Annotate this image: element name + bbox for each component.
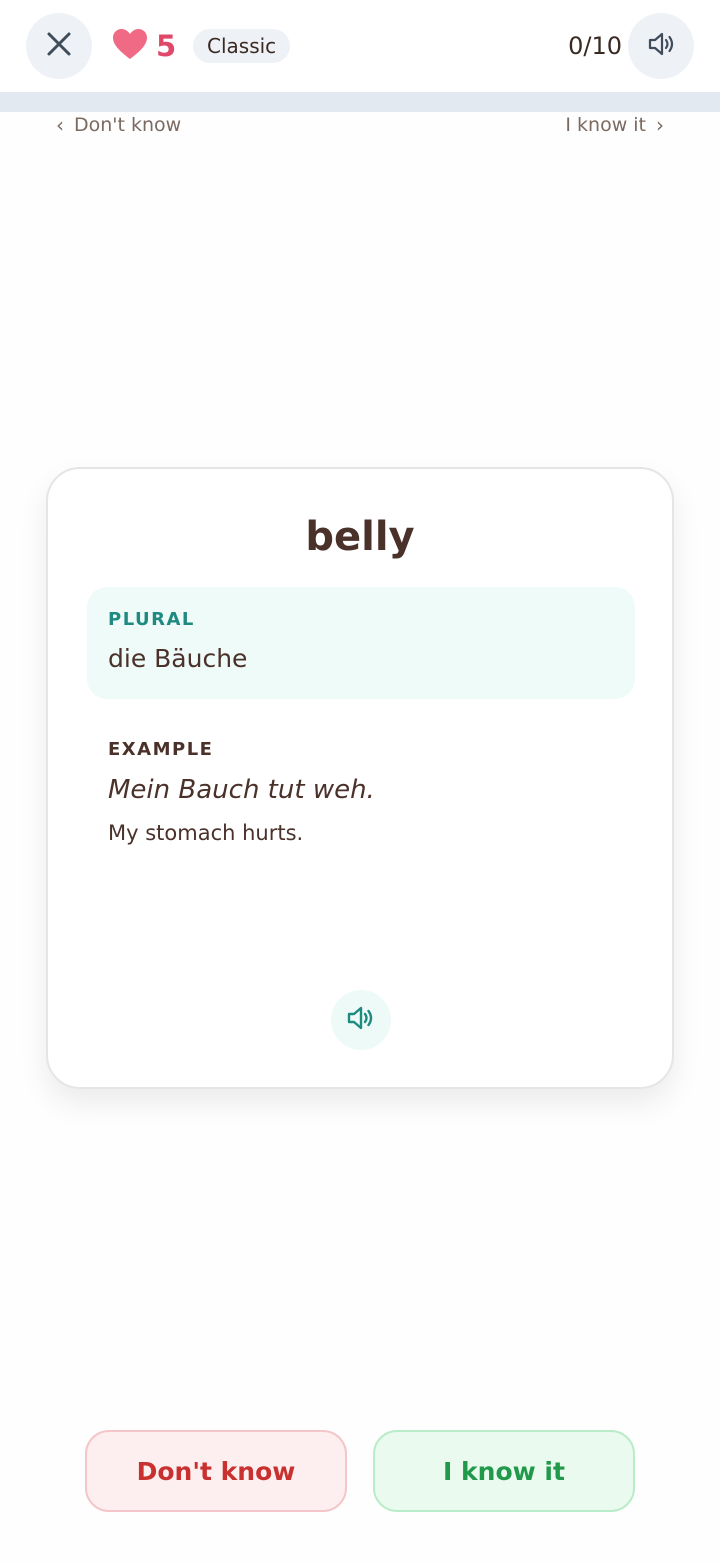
know-it-button[interactable]: I know it [373, 1430, 635, 1512]
pronounce-button[interactable] [331, 990, 391, 1050]
chevron-left-icon: ‹ [56, 113, 64, 137]
plural-label: PLURAL [108, 609, 195, 630]
flashcard[interactable]: belly PLURAL die Bäuche EXAMPLE Mein Bau… [46, 467, 674, 1089]
mode-badge: Classic [193, 29, 291, 63]
lives-count: 5 [156, 29, 177, 63]
swipe-hint-left: ‹ Don't know [56, 112, 181, 138]
flashcard-screen: 5 Classic 0/10 ‹ Don't know I know it › … [0, 0, 720, 1564]
swipe-hint-right: I know it › [565, 112, 664, 138]
card-word: belly [305, 514, 415, 560]
example-translation: My stomach hurts. [108, 821, 304, 845]
swipe-hint-left-label: Don't know [74, 114, 182, 136]
plural-value: die Bäuche [108, 644, 248, 673]
heart-icon [112, 28, 148, 64]
close-icon [46, 31, 72, 61]
progress-counter: 0/10 [568, 32, 622, 60]
close-button[interactable] [26, 13, 92, 79]
speaker-icon [646, 29, 676, 63]
dont-know-button[interactable]: Don't know [85, 1430, 347, 1512]
example-sentence: Mein Bauch tut weh. [108, 775, 375, 805]
plural-section: PLURAL die Bäuche [87, 587, 635, 699]
sound-toggle-button[interactable] [628, 13, 694, 79]
example-label: EXAMPLE [108, 739, 214, 760]
chevron-right-icon: › [656, 113, 664, 137]
swipe-hint-right-label: I know it [565, 114, 646, 136]
progress-bar [0, 92, 720, 112]
lives-indicator: 5 [112, 28, 176, 64]
top-bar: 5 Classic 0/10 [0, 0, 720, 92]
speaker-icon [345, 1003, 377, 1037]
